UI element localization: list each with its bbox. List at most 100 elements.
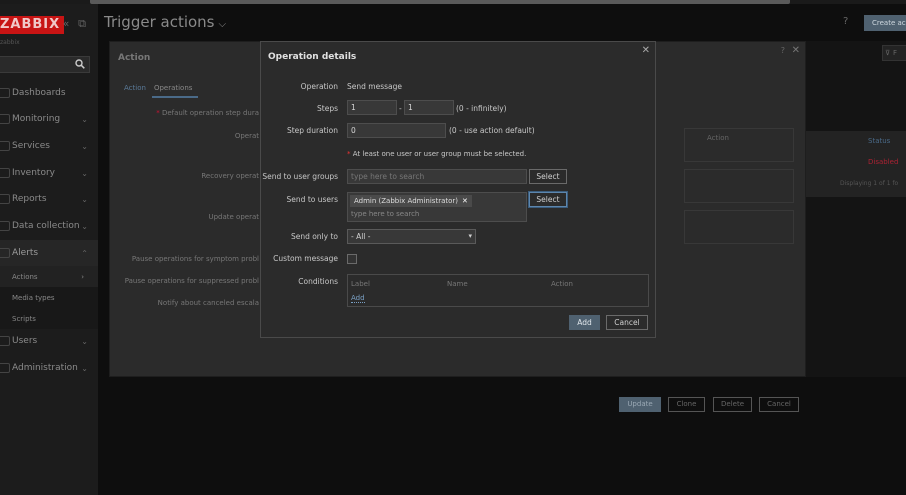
status-column-header[interactable]: Status bbox=[868, 137, 890, 145]
sidebar-item-label: Dashboards bbox=[12, 88, 66, 98]
collapse-sidebar-icon[interactable]: « bbox=[60, 18, 72, 30]
sidebar-item-label: Users bbox=[12, 336, 38, 346]
delete-button[interactable]: Delete bbox=[713, 397, 752, 412]
page-title[interactable]: Trigger actions ⌵ bbox=[104, 13, 226, 31]
sidebar-search-input[interactable] bbox=[0, 56, 90, 73]
sidebar-subitem-actions[interactable]: Actions › bbox=[0, 266, 98, 287]
create-action-button[interactable]: Create ac bbox=[864, 15, 906, 31]
update-button[interactable]: Update bbox=[619, 397, 661, 412]
action-dialog-title: Action bbox=[118, 53, 151, 63]
chevron-down-icon: ▾ bbox=[468, 232, 472, 240]
notify-canceled-label: Notify about canceled escala bbox=[157, 299, 259, 307]
tab-operations[interactable]: Operations bbox=[151, 82, 199, 98]
tab-action[interactable]: Action bbox=[122, 82, 152, 98]
search-icon bbox=[75, 59, 85, 69]
action-tabs: Action Operations bbox=[122, 82, 199, 98]
sidebar-item-administration[interactable]: Administration ⌄ bbox=[0, 355, 98, 381]
data-collection-icon bbox=[0, 221, 10, 231]
sidebar-subitem-media-types[interactable]: Media types bbox=[0, 287, 98, 308]
users-search-input[interactable]: type here to search bbox=[351, 210, 419, 218]
operations-label: Operat bbox=[234, 132, 259, 140]
remove-icon[interactable]: ✕ bbox=[462, 197, 468, 205]
user-groups-search-input[interactable]: type here to search bbox=[347, 169, 527, 184]
cancel-button[interactable]: Cancel bbox=[759, 397, 799, 412]
sidebar-item-monitoring[interactable]: Monitoring ⌄ bbox=[0, 106, 98, 132]
chevron-right-icon: › bbox=[81, 272, 84, 281]
recovery-operations-label: Recovery operat bbox=[201, 172, 259, 180]
browser-scrollbar bbox=[0, 0, 906, 4]
sidebar-item-dashboards[interactable]: Dashboards bbox=[0, 80, 98, 106]
sidebar-subitem-label: Media types bbox=[12, 293, 55, 302]
operation-value: Send message bbox=[347, 82, 402, 91]
users-icon bbox=[0, 336, 10, 346]
zabbix-logo[interactable]: ZABBIX bbox=[0, 16, 65, 34]
sidebar-subitem-label: Scripts bbox=[12, 314, 36, 323]
status-disabled[interactable]: Disabled bbox=[868, 158, 898, 166]
chevron-down-icon: ⌄ bbox=[81, 114, 88, 124]
cancel-button[interactable]: Cancel bbox=[606, 315, 648, 330]
steps-hint: (0 - infinitely) bbox=[456, 104, 507, 113]
sidebar-item-alerts[interactable]: Alerts ⌃ bbox=[0, 240, 98, 266]
filter-tab[interactable]: ⊽ F bbox=[882, 45, 906, 61]
sidebar-item-label: Alerts bbox=[12, 248, 39, 258]
users-multiselect[interactable]: Admin (Zabbix Administrator) ✕ type here … bbox=[347, 192, 527, 222]
filter-label: F bbox=[893, 49, 898, 57]
user-chip[interactable]: Admin (Zabbix Administrator) ✕ bbox=[350, 195, 472, 207]
filter-icon: ⊽ bbox=[885, 49, 891, 57]
ops-action-header: Action bbox=[707, 134, 729, 142]
help-icon[interactable]: ? bbox=[781, 46, 785, 55]
help-icon[interactable]: ? bbox=[843, 16, 848, 27]
sidebar-item-label: Inventory bbox=[12, 168, 55, 178]
conditions-name-header: Name bbox=[447, 280, 468, 288]
operations-table: Action bbox=[684, 128, 794, 162]
sidebar-item-inventory[interactable]: Inventory ⌄ bbox=[0, 160, 98, 186]
sidebar-subitem-scripts[interactable]: Scripts bbox=[0, 308, 98, 329]
steps-from-input[interactable]: 1 bbox=[347, 100, 397, 115]
send-only-to-value: - All - bbox=[351, 232, 371, 241]
chevron-up-icon: ⌃ bbox=[81, 248, 88, 258]
conditions-label: Conditions bbox=[298, 277, 338, 286]
reports-icon bbox=[0, 194, 10, 204]
chevron-down-icon: ⌄ bbox=[81, 194, 88, 204]
step-duration-input[interactable]: 0 bbox=[347, 123, 446, 138]
send-to-user-groups-label: Send to user groups bbox=[262, 172, 338, 181]
custom-message-checkbox[interactable] bbox=[347, 254, 357, 264]
displaying-count: Displaying 1 of 1 fo bbox=[840, 180, 899, 187]
steps-to-input[interactable]: 1 bbox=[404, 100, 454, 115]
sidebar-item-label: Services bbox=[12, 141, 50, 151]
select-users-button[interactable]: Select bbox=[529, 192, 567, 207]
conditions-table: Label Name Action Add bbox=[347, 274, 649, 307]
administration-icon bbox=[0, 363, 10, 373]
add-condition-link[interactable]: Add bbox=[351, 294, 365, 303]
chevron-down-icon: ⌄ bbox=[81, 363, 88, 373]
sidebar-item-reports[interactable]: Reports ⌄ bbox=[0, 186, 98, 212]
steps-separator: - bbox=[399, 104, 402, 113]
modal-title: Operation details bbox=[268, 52, 357, 62]
services-icon bbox=[0, 141, 10, 151]
send-only-to-select[interactable]: - All - ▾ bbox=[347, 229, 476, 244]
update-operations-label: Update operat bbox=[208, 213, 259, 221]
chevron-down-icon: ⌄ bbox=[81, 221, 88, 231]
logo-subtitle: zabbix bbox=[0, 39, 20, 46]
custom-message-label: Custom message bbox=[273, 254, 338, 263]
kiosk-mode-icon[interactable]: ⧉ bbox=[76, 18, 88, 30]
update-operations-table bbox=[684, 210, 794, 244]
sidebar-item-data-collection[interactable]: Data collection ⌄ bbox=[0, 213, 98, 239]
step-duration-hint: (0 - use action default) bbox=[449, 126, 535, 135]
required-note: * At least one user or user group must b… bbox=[347, 150, 527, 158]
sidebar-subitem-label: Actions bbox=[12, 272, 38, 281]
clone-button[interactable]: Clone bbox=[668, 397, 705, 412]
inventory-icon bbox=[0, 168, 10, 178]
sidebar-item-users[interactable]: Users ⌄ bbox=[0, 328, 98, 354]
actions-list-panel: ⊽ F Status Disabled Displaying 1 of 1 fo bbox=[806, 41, 906, 377]
steps-label: Steps bbox=[317, 104, 338, 113]
close-icon[interactable]: ✕ bbox=[642, 45, 650, 56]
select-user-groups-button[interactable]: Select bbox=[529, 169, 567, 184]
add-button[interactable]: Add bbox=[569, 315, 600, 330]
scrollbar-thumb[interactable] bbox=[90, 0, 790, 4]
sidebar-item-label: Monitoring bbox=[12, 114, 61, 124]
dashboards-icon bbox=[0, 88, 10, 98]
sidebar-item-label: Reports bbox=[12, 194, 47, 204]
close-icon[interactable]: ✕ bbox=[792, 45, 800, 56]
sidebar-item-services[interactable]: Services ⌄ bbox=[0, 133, 98, 159]
